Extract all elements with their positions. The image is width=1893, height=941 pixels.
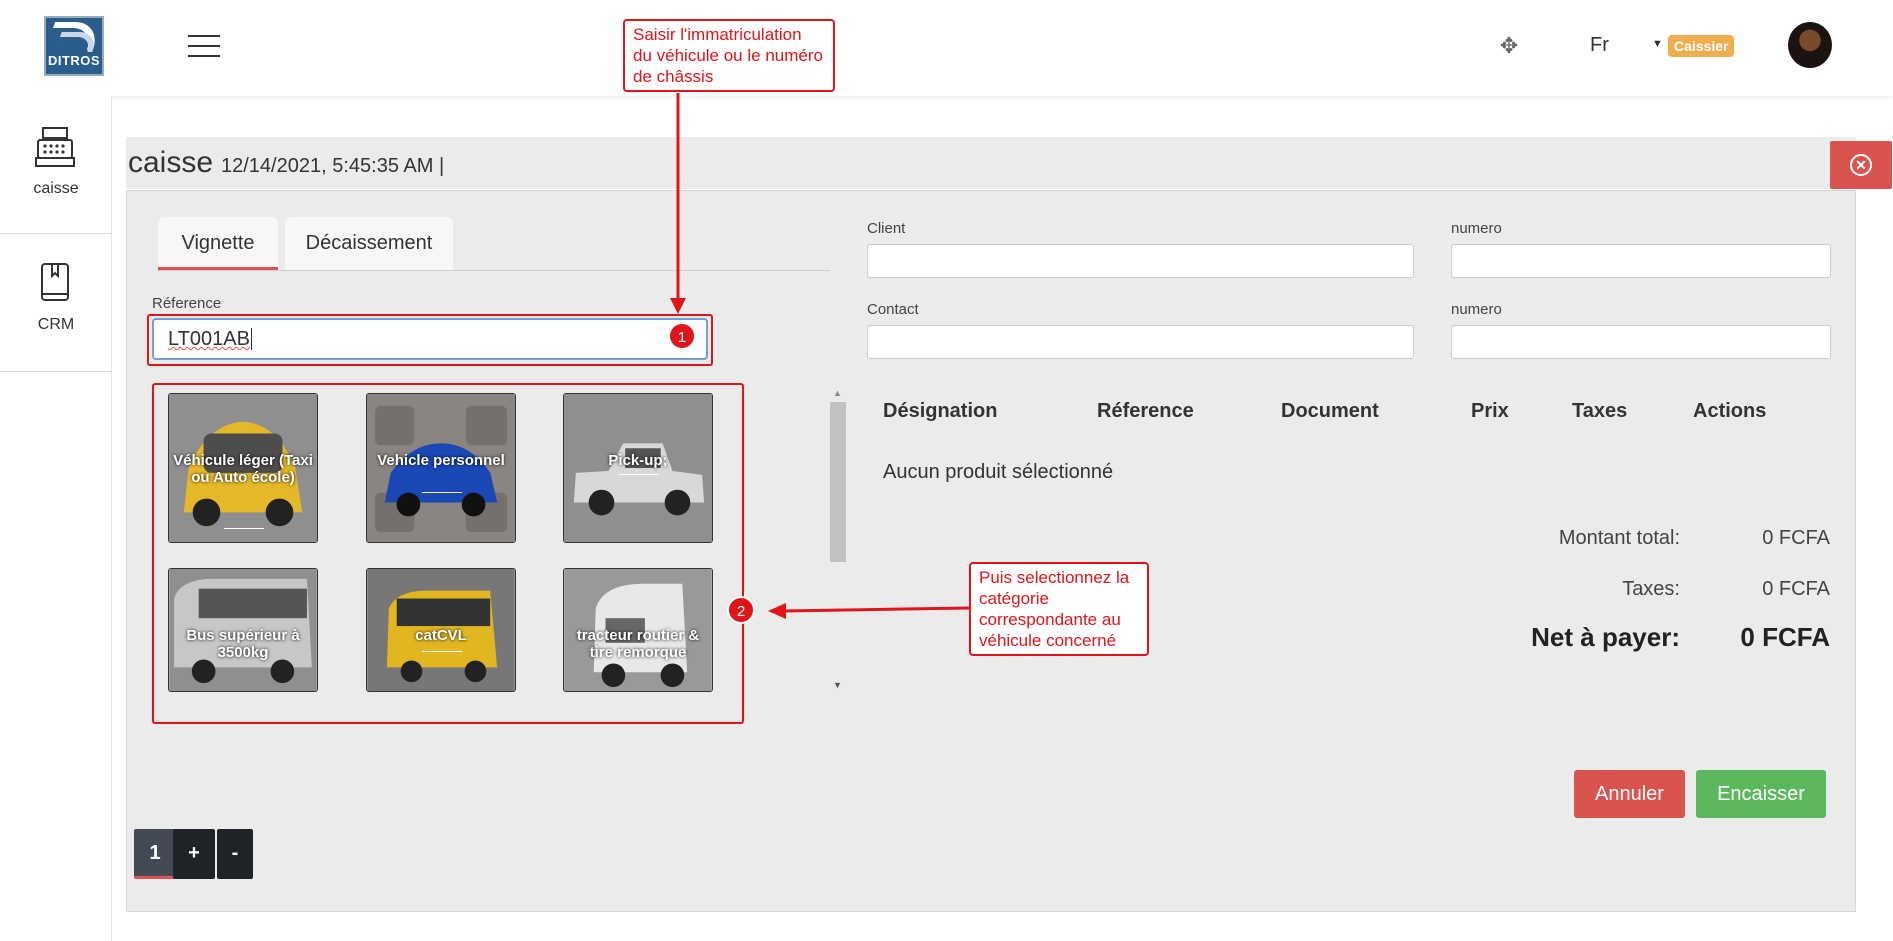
tab-vignette[interactable]: Vignette — [158, 217, 278, 270]
annotation-note-1: Saisir l'immatriculation du véhicule ou … — [623, 19, 835, 92]
tabs-divider — [158, 270, 830, 271]
language-selector[interactable]: Fr — [1590, 34, 1609, 57]
total-value: 0 FCFA — [1762, 527, 1830, 549]
annotation-highlight-tiles — [152, 383, 744, 724]
taxes-label: Taxes: — [1622, 578, 1680, 600]
sidebar-item-caisse[interactable]: caisse — [0, 96, 112, 234]
client-input[interactable] — [867, 244, 1414, 278]
contact-numero-label: numero — [1451, 301, 1502, 318]
net-value: 0 FCFA — [1740, 622, 1830, 652]
contact-numero-input[interactable] — [1451, 325, 1831, 359]
column-header-designation: Désignation — [883, 400, 998, 422]
annotation-note-2: Puis selectionnez la catégorie correspon… — [969, 562, 1149, 656]
empty-cart-message: Aucun produit sélectionné — [883, 461, 1114, 483]
menu-toggle-icon[interactable] — [188, 35, 220, 57]
taxes-value: 0 FCFA — [1762, 578, 1830, 600]
page-1-button[interactable]: 1 — [134, 829, 176, 879]
sidebar-item-label: CRM — [37, 316, 75, 333]
column-header-taxes: Taxes — [1572, 400, 1628, 422]
client-numero-input[interactable] — [1451, 244, 1831, 278]
contact-input[interactable] — [867, 325, 1414, 359]
sidebar: caisse CRM — [0, 96, 112, 941]
page-title: caisse — [128, 146, 214, 179]
top-bar: DITROS ✥ Fr ▼ Caissier — [0, 0, 1893, 96]
sidebar-item-label: caisse — [33, 180, 79, 197]
remove-page-button[interactable]: - — [217, 829, 253, 879]
annotation-badge-2: 2 — [727, 596, 755, 624]
reference-label: Réference — [152, 295, 222, 312]
fullscreen-move-icon[interactable]: ✥ — [1497, 34, 1521, 58]
client-label: Client — [867, 220, 906, 237]
cancel-button[interactable]: Annuler — [1574, 770, 1685, 818]
close-button[interactable]: ✕ — [1830, 141, 1892, 189]
scroll-thumb[interactable] — [830, 402, 846, 562]
contact-label: Contact — [867, 301, 919, 318]
column-header-actions: Actions — [1693, 400, 1767, 422]
column-header-reference: Réference — [1097, 400, 1194, 422]
encaisser-button[interactable]: Encaisser — [1696, 770, 1826, 818]
annotation-badge-1: 1 — [668, 322, 696, 350]
page-datetime: 12/14/2021, 5:45:35 AM | — [221, 155, 445, 177]
annotation-highlight-reference — [147, 314, 713, 366]
cash-register-icon — [35, 127, 75, 167]
caret-down-icon[interactable]: ▼ — [1652, 38, 1663, 50]
add-page-button[interactable]: + — [173, 829, 215, 879]
column-header-prix: Prix — [1471, 400, 1509, 422]
tab-decaissement[interactable]: Décaissement — [285, 217, 453, 270]
tiles-scrollbar[interactable]: ▲ ▼ — [829, 388, 847, 690]
logo-text: DITROS — [47, 53, 101, 68]
scroll-up-icon[interactable]: ▲ — [833, 388, 842, 398]
sidebar-item-crm[interactable]: CRM — [0, 234, 112, 372]
column-header-document: Document — [1281, 400, 1379, 422]
user-avatar[interactable] — [1788, 22, 1832, 68]
net-label: Net à payer: — [1531, 622, 1680, 652]
close-icon: ✕ — [1850, 154, 1872, 176]
total-label: Montant total: — [1558, 527, 1680, 549]
role-badge[interactable]: Caissier — [1668, 35, 1735, 57]
book-icon — [41, 263, 69, 301]
ditros-logo[interactable]: DITROS — [44, 16, 104, 76]
scroll-down-icon[interactable]: ▼ — [833, 680, 842, 690]
client-numero-label: numero — [1451, 220, 1502, 237]
